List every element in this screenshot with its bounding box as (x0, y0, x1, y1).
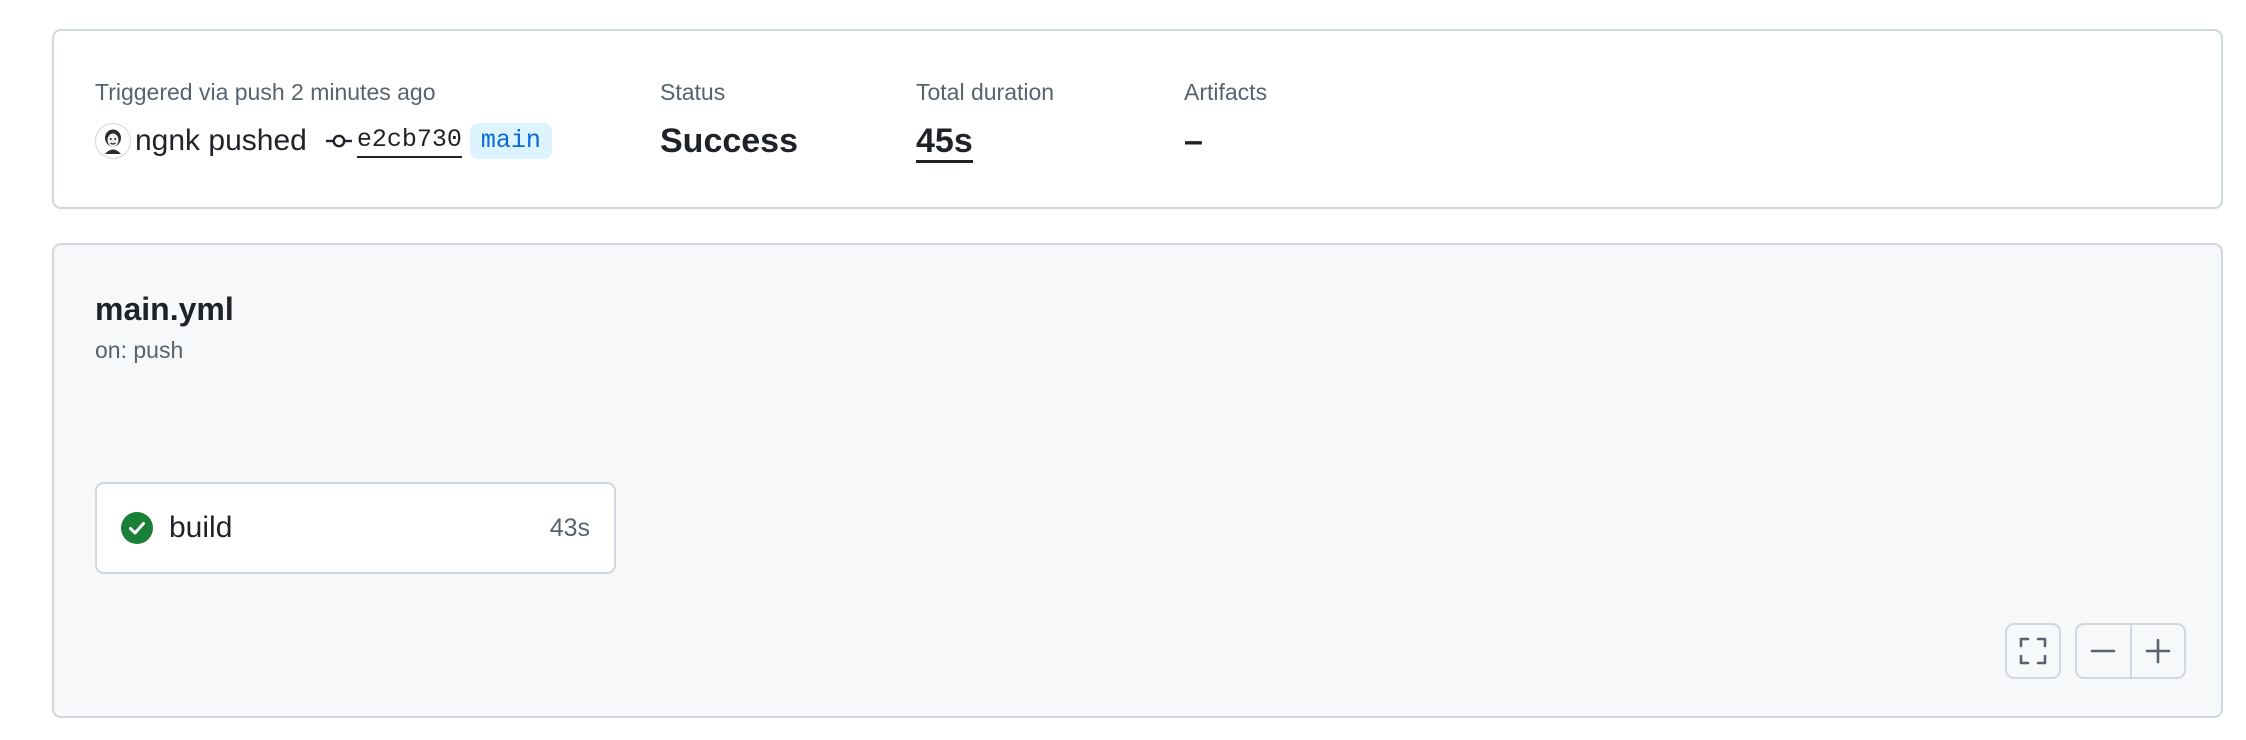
run-summary-card: Triggered via push 2 minutes ago ngnk pu… (52, 29, 2223, 209)
duration-label: Total duration (916, 79, 1055, 105)
branch-badge[interactable]: main (469, 123, 552, 159)
trigger-label: Triggered via push 2 minutes ago (95, 79, 436, 105)
zoom-out-icon (2090, 649, 2116, 653)
avatar-face-icon (105, 129, 121, 154)
duration-section: Total duration 45s (916, 77, 1054, 163)
avatar[interactable] (95, 123, 131, 159)
workflow-file-name: main.yml (95, 291, 234, 327)
zoom-in-button[interactable] (2129, 625, 2185, 677)
zoom-controls (2075, 623, 2186, 679)
workflow-graph-card: main.yml on: push build 43s (52, 243, 2223, 718)
trigger-info: Triggered via push 2 minutes ago ngnk pu… (95, 77, 552, 163)
status-section: Status Success (660, 77, 798, 163)
commit-sha-link[interactable]: e2cb730 (356, 125, 462, 158)
zoom-in-icon (2145, 638, 2171, 664)
artifacts-section: Artifacts – (1184, 77, 1267, 163)
git-commit-icon (325, 131, 355, 151)
job-card-build[interactable]: build 43s (95, 482, 616, 574)
status-label: Status (660, 79, 726, 105)
artifacts-value: – (1184, 122, 1203, 160)
status-value: Success (660, 122, 798, 160)
job-duration: 43s (549, 513, 590, 542)
job-name: build (169, 511, 233, 544)
artifacts-label: Artifacts (1184, 79, 1268, 105)
actor-text: ngnk pushed (135, 124, 307, 157)
zoom-out-button[interactable] (2077, 625, 2130, 677)
fullscreen-icon (2019, 637, 2047, 665)
check-circle-icon (121, 512, 153, 544)
duration-link[interactable]: 45s (916, 122, 973, 163)
duration-value-wrapper: 45s (916, 119, 1054, 163)
trigger-details: ngnk pushed e2cb730 main (95, 119, 552, 163)
workflow-event: on: push (95, 337, 184, 363)
fullscreen-button[interactable] (2005, 623, 2061, 679)
